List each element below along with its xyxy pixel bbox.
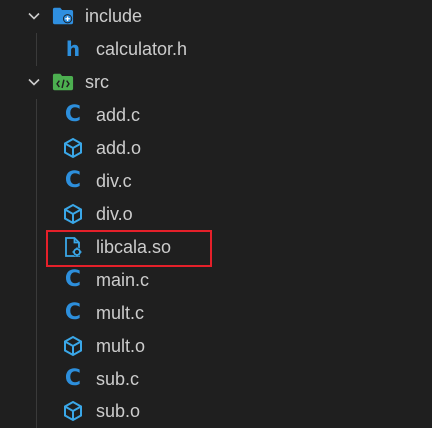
- c-file-icon: C: [64, 366, 82, 391]
- file-label: div.c: [96, 171, 132, 191]
- object-file-icon: [62, 137, 84, 159]
- file-sub-o[interactable]: sub.o: [0, 395, 432, 428]
- object-file-icon: [62, 335, 84, 357]
- file-add-o[interactable]: add.o: [0, 132, 432, 165]
- file-div-c[interactable]: C div.c: [0, 165, 432, 198]
- file-label: div.o: [96, 204, 133, 224]
- file-label: mult.o: [96, 336, 146, 356]
- folder-include-icon: [52, 5, 74, 27]
- folder-include[interactable]: include: [0, 0, 432, 33]
- file-mult-c[interactable]: C mult.c: [0, 297, 432, 330]
- file-label: libcala.so: [96, 237, 172, 257]
- c-header-file-icon: h: [65, 37, 81, 61]
- object-file-icon: [62, 400, 84, 422]
- file-add-c[interactable]: C add.c: [0, 99, 432, 132]
- chevron-down-icon[interactable]: [26, 74, 42, 90]
- file-main-c[interactable]: C main.c: [0, 264, 432, 297]
- folder-src[interactable]: src: [0, 66, 432, 99]
- file-sub-c[interactable]: C sub.c: [0, 363, 432, 396]
- chevron-down-icon[interactable]: [26, 8, 42, 24]
- folder-src-icon: [52, 71, 74, 93]
- shared-library-icon: [62, 236, 84, 258]
- c-file-icon: C: [64, 168, 82, 193]
- file-label: main.c: [96, 270, 150, 290]
- c-file-icon: C: [64, 267, 82, 292]
- file-div-o[interactable]: div.o: [0, 198, 432, 231]
- file-explorer-tree: include h calculator.h src C add.c add.o…: [0, 0, 432, 428]
- c-file-icon: C: [64, 102, 82, 127]
- file-calculator-h[interactable]: h calculator.h: [0, 33, 432, 66]
- file-label: sub.o: [96, 401, 141, 421]
- file-label: sub.c: [96, 369, 140, 389]
- file-label: add.c: [96, 105, 141, 125]
- file-label: calculator.h: [96, 39, 188, 59]
- folder-src-label: src: [85, 72, 109, 92]
- object-file-icon: [62, 203, 84, 225]
- file-libcala-so[interactable]: libcala.so: [0, 231, 432, 264]
- file-label: mult.c: [96, 303, 145, 323]
- c-file-icon: C: [64, 300, 82, 325]
- folder-include-label: include: [85, 6, 143, 26]
- file-mult-o[interactable]: mult.o: [0, 330, 432, 363]
- file-label: add.o: [96, 138, 142, 158]
